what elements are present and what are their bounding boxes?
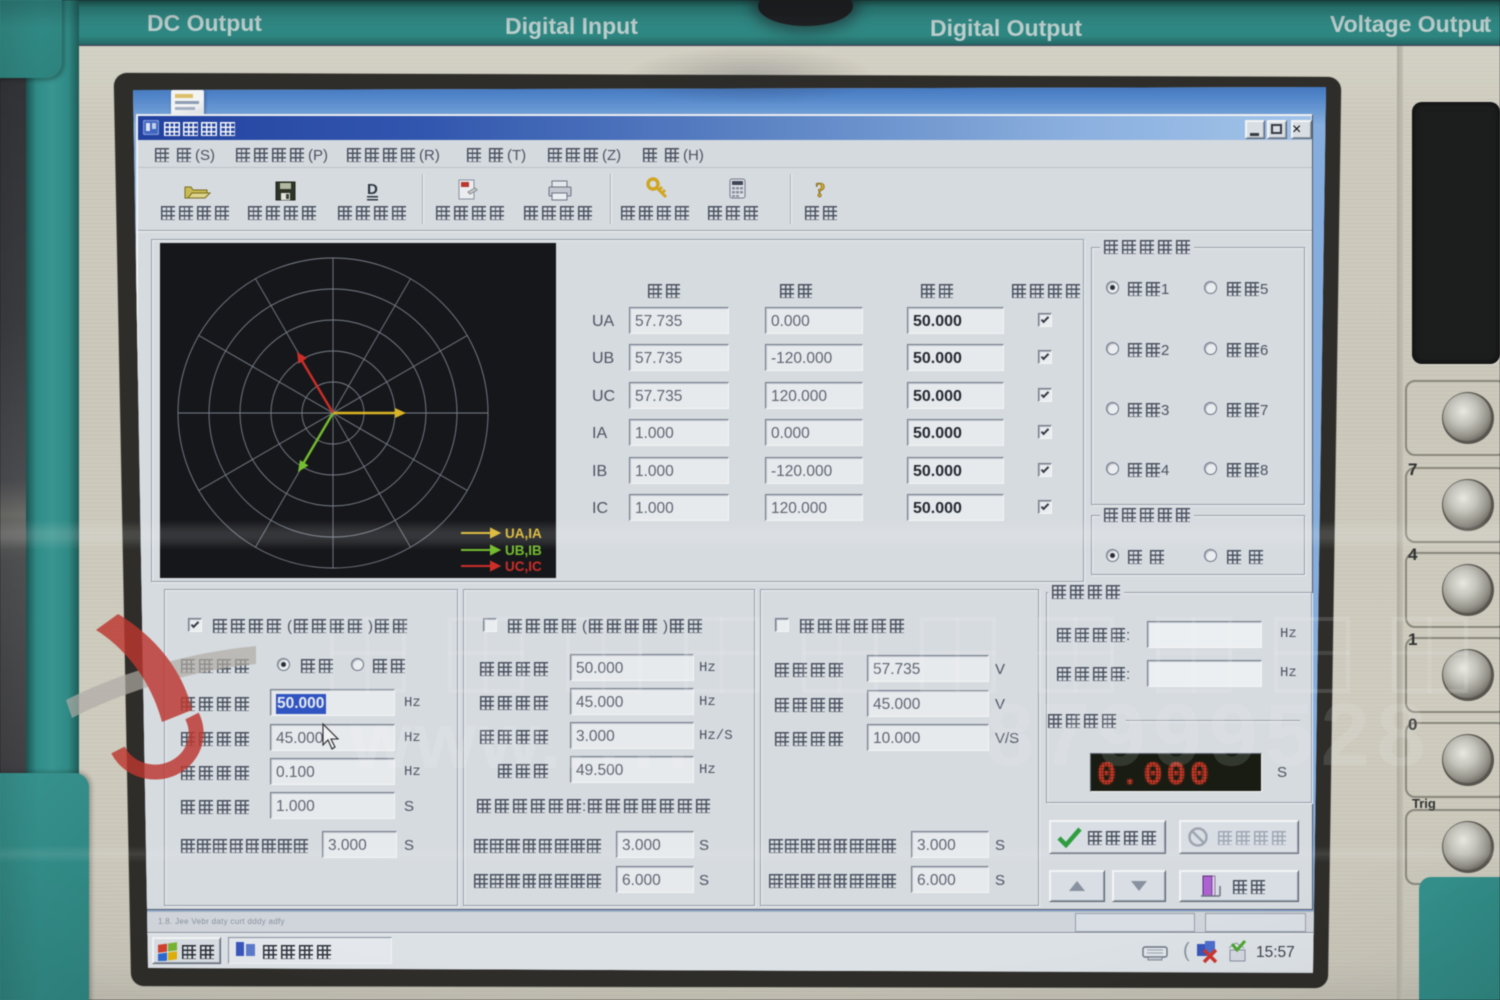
svg-text:UC,IC: UC,IC [505, 559, 542, 574]
svg-text:D: D [367, 181, 378, 198]
svg-text:?: ? [815, 178, 826, 202]
